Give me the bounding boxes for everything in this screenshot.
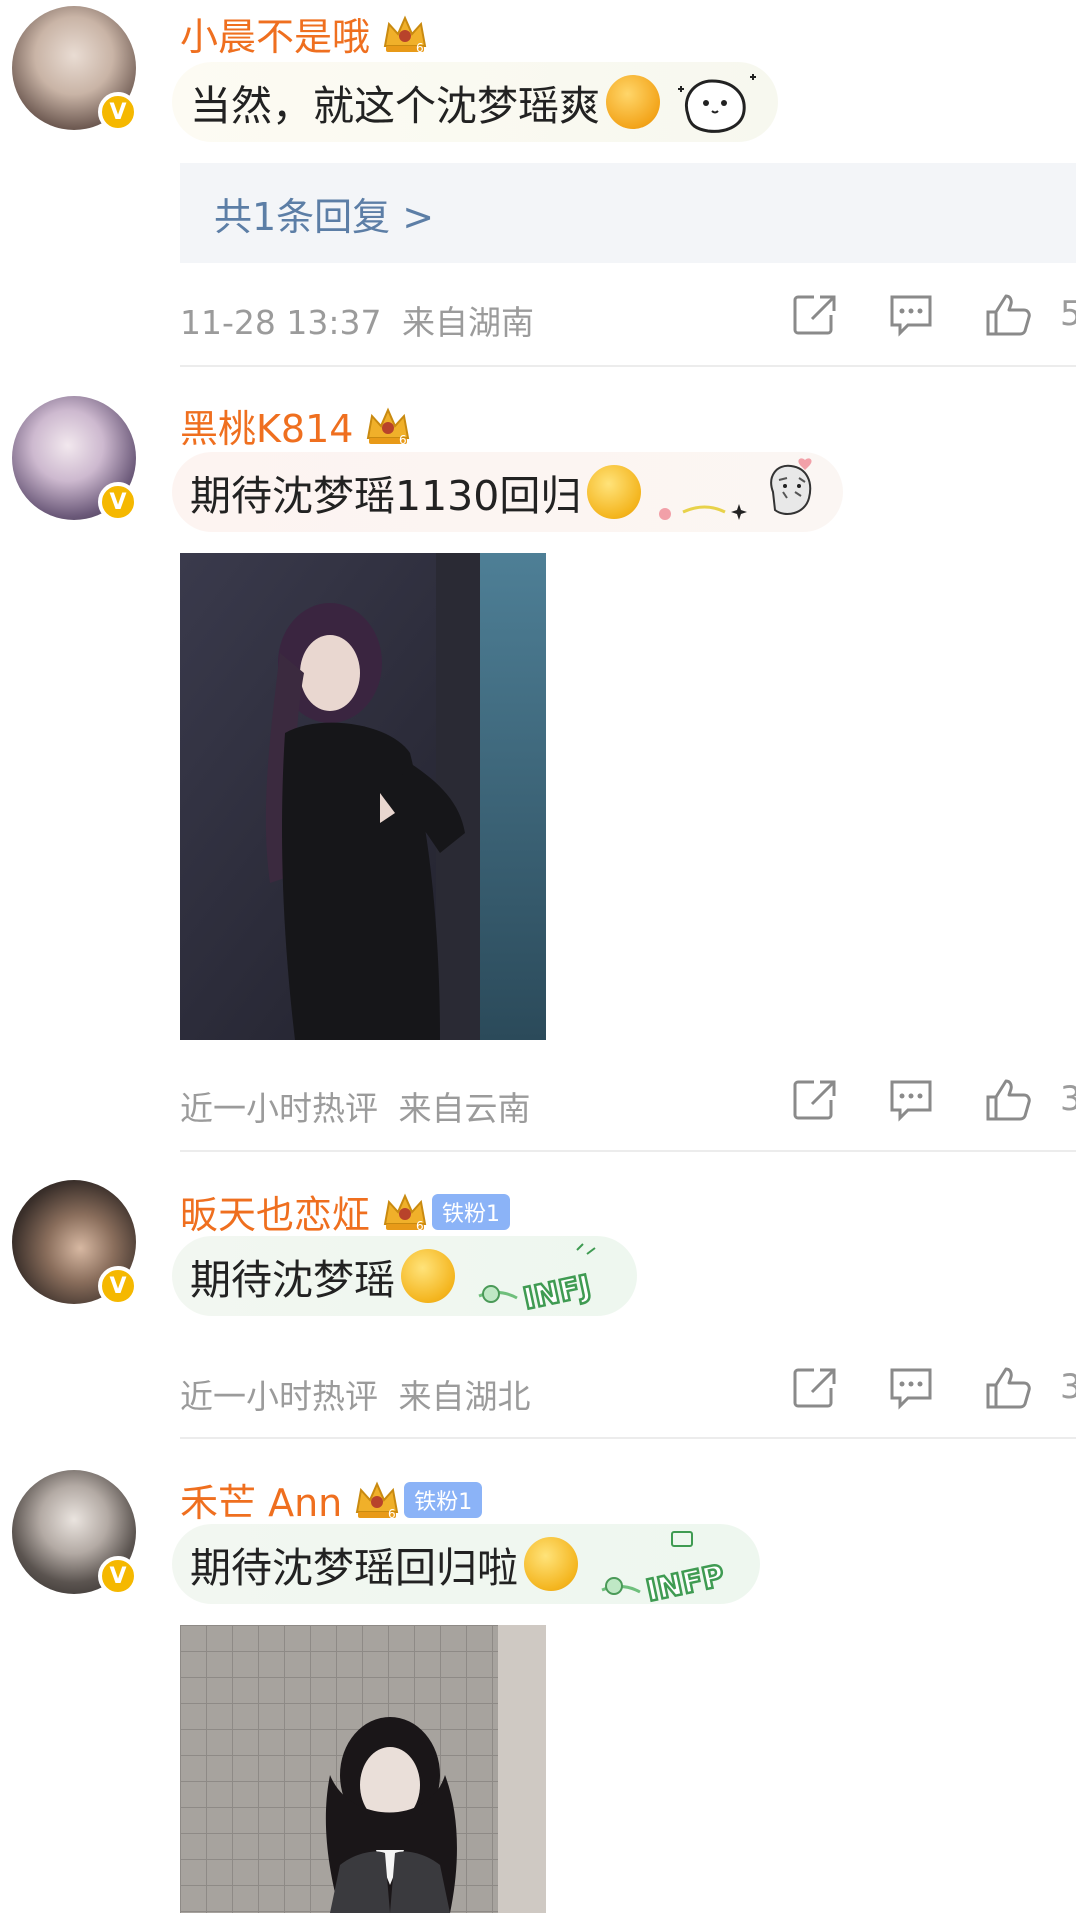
- comment-text: 当然，就这个沈梦瑶爽: [172, 62, 778, 142]
- thumbs-up-icon[interactable]: [984, 292, 1034, 338]
- comment-photo[interactable]: [180, 553, 546, 1040]
- share-icon[interactable]: [792, 293, 838, 337]
- comment-meta: 近一小时热评 来自云南: [180, 1082, 531, 1130]
- thumbs-up-icon[interactable]: [984, 1365, 1034, 1411]
- flower-emoji-icon: [587, 465, 642, 519]
- comment-text: 期待沈梦瑶回归啦 INFP: [172, 1524, 760, 1604]
- cat-sticker-icon: [659, 458, 812, 520]
- svg-text:INFJ: INFJ: [520, 1269, 594, 1316]
- verified-badge-icon: V: [98, 1266, 138, 1306]
- comment-location: 来自云南: [398, 1089, 531, 1128]
- svg-text:6: 6: [399, 433, 407, 447]
- divider: [180, 1437, 1076, 1439]
- fan-level-badge: 铁粉1: [404, 1481, 483, 1518]
- comment-icon[interactable]: [888, 1366, 934, 1410]
- svg-text:6: 6: [388, 1507, 396, 1521]
- username[interactable]: 昄天也恋炡 6 铁粉1: [180, 1184, 511, 1239]
- fan-level-badge: 铁粉1: [432, 1193, 511, 1230]
- photo-image: [180, 1625, 546, 1913]
- comment-actions: [792, 292, 1034, 338]
- divider: [180, 365, 1076, 367]
- mbti-sticker-icon: INFP: [601, 1531, 729, 1604]
- share-icon[interactable]: [792, 1078, 838, 1122]
- verified-badge-icon: V: [98, 1556, 138, 1596]
- avatar[interactable]: V: [12, 1470, 138, 1596]
- crown-level-icon: 6: [356, 1481, 399, 1521]
- cat-sticker-icon: [678, 74, 756, 133]
- mbti-sticker-icon: INFJ: [478, 1243, 596, 1316]
- avatar[interactable]: V: [12, 6, 138, 132]
- username[interactable]: 黑桃K814 6: [180, 398, 413, 453]
- view-replies-link[interactable]: 共1条回复 >: [180, 163, 1076, 263]
- divider: [180, 1150, 1076, 1152]
- comment-icon[interactable]: [888, 1078, 934, 1122]
- comment-meta: 近一小时热评 来自湖北: [180, 1370, 531, 1418]
- comment-actions: [792, 1365, 1034, 1411]
- crown-level-icon: 6: [367, 407, 410, 447]
- heart-eyes-emoji-icon: [606, 75, 660, 129]
- laughing-emoji-icon: [524, 1537, 578, 1591]
- like-count: 3: [1060, 1079, 1076, 1119]
- comment-text: 期待沈梦瑶 INFJ: [172, 1236, 637, 1316]
- comment-photo[interactable]: [180, 1625, 546, 1913]
- share-icon[interactable]: [792, 1366, 838, 1410]
- comment-time: 近一小时热评: [180, 1089, 378, 1128]
- photo-image: [180, 553, 546, 1040]
- like-count: 3: [1060, 1367, 1076, 1407]
- crown-level-icon: 6: [383, 15, 427, 55]
- crown-level-icon: 6: [383, 1193, 427, 1233]
- comment-text: 期待沈梦瑶1130回归: [172, 452, 844, 532]
- comment-location: 来自湖北: [398, 1377, 531, 1416]
- happy-emoji-icon: [401, 1249, 455, 1303]
- comment-meta: 11-28 13:37 来自湖南: [180, 296, 534, 344]
- svg-text:6: 6: [416, 41, 424, 55]
- like-count: 5: [1060, 294, 1076, 334]
- comment-time: 近一小时热评: [180, 1377, 378, 1416]
- comment-location: 来自湖南: [401, 303, 534, 342]
- verified-badge-icon: V: [98, 482, 138, 522]
- comment-time: 11-28 13:37: [180, 303, 382, 342]
- svg-text:6: 6: [416, 1219, 424, 1233]
- svg-text:INFP: INFP: [643, 1558, 727, 1604]
- username[interactable]: 小晨不是哦 6: [180, 6, 430, 61]
- avatar[interactable]: V: [12, 396, 138, 522]
- avatar[interactable]: V: [12, 1180, 138, 1306]
- comment-actions: [792, 1077, 1034, 1123]
- thumbs-up-icon[interactable]: [984, 1077, 1034, 1123]
- comment-icon[interactable]: [888, 293, 934, 337]
- username[interactable]: 禾芒 Ann 6 铁粉1: [180, 1472, 483, 1527]
- verified-badge-icon: V: [98, 92, 138, 132]
